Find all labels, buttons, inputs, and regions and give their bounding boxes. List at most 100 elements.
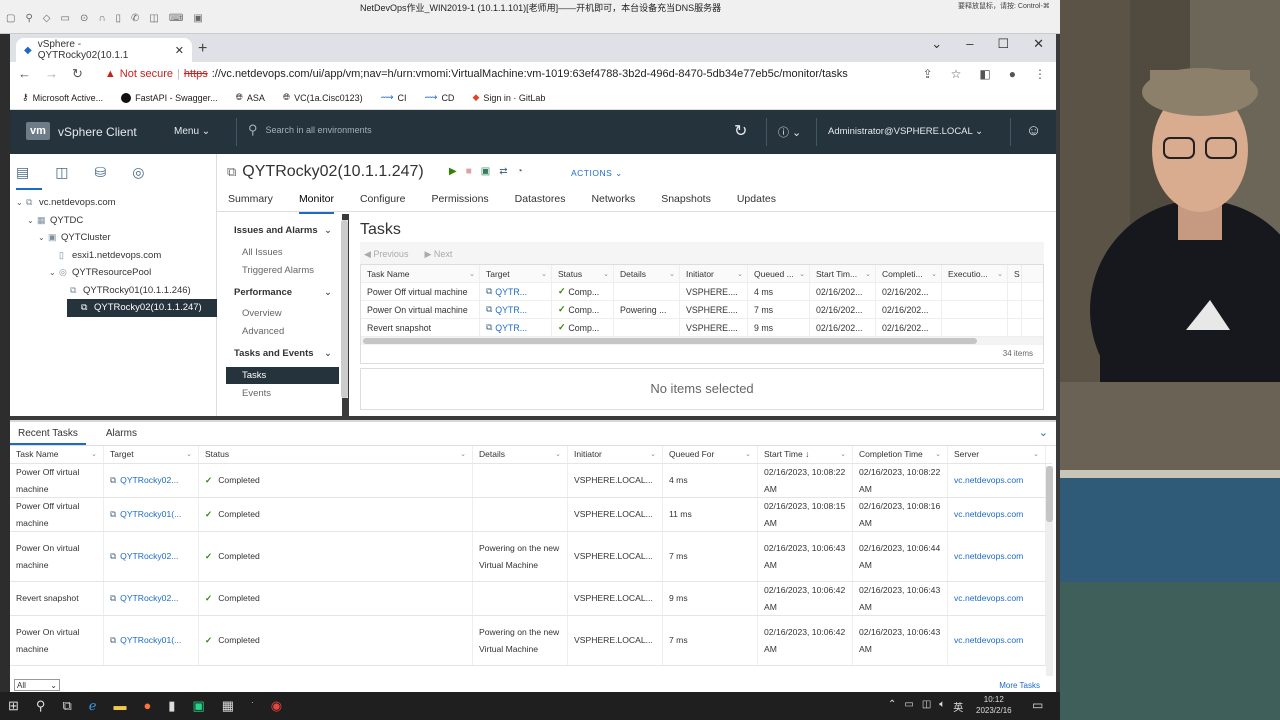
column-header[interactable]: Status ⌄ bbox=[552, 265, 614, 282]
networking-icon[interactable]: ◎ bbox=[132, 164, 144, 181]
filter-icon[interactable]: ⌄ bbox=[745, 446, 751, 463]
help-menu[interactable]: ⓘ ⌄ bbox=[778, 124, 801, 140]
previous-button[interactable]: ◀ Previous bbox=[364, 249, 408, 260]
recent-vertical-scrollbar[interactable] bbox=[1046, 466, 1053, 676]
collapse-panel-icon[interactable]: ⌄ bbox=[1039, 426, 1048, 439]
tree-node[interactable]: ⌄ ◎ QYTResourcePool bbox=[10, 264, 217, 282]
table-row[interactable]: Power On virtual machine ⧉ QYTRocky02... ✓… bbox=[10, 532, 1052, 582]
tree-node[interactable]: ▯ esxi1.netdevops.com bbox=[10, 247, 217, 265]
cell-server[interactable]: vc.netdevops.com bbox=[954, 632, 1023, 649]
bookmark-5[interactable]: ⟿ CD bbox=[425, 92, 455, 103]
menu-dropdown[interactable]: Menu ⌄ bbox=[174, 126, 210, 137]
storage-icon[interactable]: ⛁ bbox=[94, 164, 106, 181]
app-icon[interactable]: ▦ bbox=[222, 698, 234, 714]
filter-icon[interactable]: ⌄ bbox=[935, 446, 941, 463]
column-header[interactable]: Details ⌄ bbox=[473, 446, 568, 463]
column-header[interactable]: Task Name ⌄ bbox=[10, 446, 104, 463]
maximize-icon[interactable]: ☐ bbox=[997, 36, 1009, 52]
filter-icon[interactable]: ⌄ bbox=[799, 270, 805, 278]
console-icon[interactable]: ▣ bbox=[481, 166, 490, 177]
vm-logo[interactable]: vm bbox=[26, 122, 50, 140]
display-icon[interactable]: ◫ bbox=[922, 699, 931, 714]
column-header[interactable]: S bbox=[1008, 265, 1022, 282]
table-row[interactable]: Revert snapshot ⧉ QYTR... ✓ Comp... VSPHERE..… bbox=[361, 319, 1043, 337]
actions-menu[interactable]: ACTIONS ⌄ bbox=[571, 168, 623, 179]
close-window-icon[interactable]: ✕ bbox=[1033, 36, 1044, 52]
column-header[interactable]: Executio... ⌄ bbox=[942, 265, 1008, 282]
table-row[interactable]: Power Off virtual machine ⧉ QYTR... ✓ Comp..… bbox=[361, 283, 1043, 301]
expand-arrow-icon[interactable]: ⌄ bbox=[49, 268, 59, 277]
filter-icon[interactable]: ⌄ bbox=[737, 270, 743, 278]
cell-target[interactable]: QYTRocky01(... bbox=[120, 506, 181, 523]
user-menu[interactable]: Administrator@VSPHERE.LOCAL ⌄ bbox=[828, 126, 983, 137]
vms-templates-icon[interactable]: ◫ bbox=[55, 164, 68, 181]
filter-icon[interactable]: ⌄ bbox=[997, 270, 1003, 278]
task-filter-select[interactable]: All ⌄ bbox=[14, 679, 60, 691]
star-icon[interactable]: ☆ bbox=[951, 67, 962, 81]
column-header[interactable]: Queued ... ⌄ bbox=[748, 265, 810, 282]
camera-icon[interactable]: ▯ bbox=[116, 13, 122, 24]
print-icon[interactable]: ▭ bbox=[60, 13, 69, 24]
ime-indicator[interactable]: 英 bbox=[953, 699, 963, 714]
code-icon[interactable]: ◇ bbox=[43, 13, 51, 24]
search-icon[interactable]: ⚲ bbox=[36, 698, 46, 714]
clock[interactable]: 10:12 2023/2/16 bbox=[976, 694, 1012, 716]
menu-item-tasks[interactable]: Tasks bbox=[226, 367, 339, 384]
migrate-icon[interactable]: ⇄ bbox=[499, 166, 507, 177]
performance-group[interactable]: Performance ⌄ bbox=[234, 287, 332, 298]
filter-icon[interactable]: ⌄ bbox=[460, 446, 466, 463]
cell-text[interactable]: QYTR... bbox=[495, 305, 527, 315]
tree-node[interactable]: ⌄ ▣ QYTCluster bbox=[10, 229, 217, 247]
filter-icon[interactable]: ⌄ bbox=[469, 270, 475, 278]
cell-target[interactable]: QYTRocky02... bbox=[120, 590, 178, 607]
cell-target[interactable]: QYTRocky01(... bbox=[120, 632, 181, 649]
hosts-clusters-icon[interactable]: ▤ bbox=[16, 164, 29, 181]
remote-toolbar[interactable]: ▢ ⚲ ◇ ▭ ⊙ ∩ ▯ ✆ ◫ ⌨ ▣ bbox=[6, 13, 203, 24]
column-header[interactable]: Details ⌄ bbox=[614, 265, 680, 282]
column-header[interactable]: Initiator ⌄ bbox=[680, 265, 748, 282]
scroll-thumb[interactable] bbox=[341, 220, 348, 398]
task-view-icon[interactable]: ⧉ bbox=[62, 698, 71, 714]
menu-item-all-issues[interactable]: All Issues bbox=[242, 247, 283, 258]
expand-arrow-icon[interactable]: ⌄ bbox=[27, 216, 37, 225]
column-header[interactable]: Server ⌄ bbox=[948, 446, 1046, 463]
table-row[interactable]: Power On virtual machine ⧉ QYTRocky01(...… bbox=[10, 616, 1052, 666]
table-row[interactable]: Power Off virtual machine ⧉ QYTRocky01(..… bbox=[10, 498, 1052, 532]
menu-item-events[interactable]: Events bbox=[242, 388, 271, 399]
column-header[interactable]: Target ⌄ bbox=[480, 265, 552, 282]
bookmark-3[interactable]: 🌐︎ VC(1a.Cisc0123) bbox=[283, 92, 363, 103]
profile-icon[interactable]: ● bbox=[1009, 67, 1016, 81]
column-header[interactable]: Target ⌄ bbox=[104, 446, 199, 463]
wrench-icon[interactable]: ⚲ bbox=[25, 13, 32, 24]
filter-icon[interactable]: ⌄ bbox=[186, 446, 192, 463]
bookmark-1[interactable]: FastAPI - Swagger... bbox=[121, 92, 218, 103]
edge-icon[interactable]: ℯ bbox=[89, 698, 97, 714]
tree-node[interactable]: ⌄ ▦ QYTDC bbox=[10, 212, 217, 230]
menu-item-triggered-alarms[interactable]: Triggered Alarms bbox=[242, 265, 314, 276]
url-field[interactable]: ▲ Not secure | https://vc.netdevops.com/… bbox=[105, 68, 848, 80]
scroll-thumb[interactable] bbox=[1046, 466, 1053, 522]
menu-item-advanced[interactable]: Advanced bbox=[242, 326, 284, 337]
forward-icon[interactable]: → bbox=[45, 66, 58, 82]
column-header[interactable]: Completion Time ⌄ bbox=[853, 446, 948, 463]
app-title[interactable]: vSphere Client bbox=[58, 125, 137, 139]
expand-arrow-icon[interactable]: ⌄ bbox=[16, 198, 26, 207]
expand-arrow-icon[interactable]: ⌄ bbox=[38, 233, 48, 242]
explorer-icon[interactable]: ▬ bbox=[113, 698, 126, 714]
folder-icon[interactable]: ◫ bbox=[149, 13, 158, 24]
pycharm-icon[interactable]: ▣ bbox=[192, 698, 204, 714]
more-tasks-link[interactable]: More Tasks bbox=[999, 681, 1040, 690]
browser-tab[interactable]: ◆ vSphere - QYTRocky02(10.1.1 ✕ bbox=[16, 38, 192, 62]
table-row[interactable]: Power Off virtual machine ⧉ QYTRocky02...… bbox=[10, 464, 1052, 498]
cell-server[interactable]: vc.netdevops.com bbox=[954, 590, 1023, 607]
column-header[interactable]: Initiator ⌄ bbox=[568, 446, 663, 463]
minimize-icon[interactable]: – bbox=[966, 36, 973, 52]
filter-icon[interactable]: ⌄ bbox=[865, 270, 871, 278]
tab-recent-tasks[interactable]: Recent Tasks bbox=[10, 422, 86, 445]
firefox-icon[interactable]: ● bbox=[143, 698, 151, 714]
column-header[interactable]: Start Tim... ⌄ bbox=[810, 265, 876, 282]
snapshot-icon[interactable]: ◔ bbox=[517, 166, 523, 177]
headset-icon[interactable]: ∩ bbox=[98, 13, 105, 24]
share-icon[interactable]: ⇪ bbox=[923, 67, 933, 81]
feedback-smiley-icon[interactable]: ☺ bbox=[1026, 122, 1041, 139]
